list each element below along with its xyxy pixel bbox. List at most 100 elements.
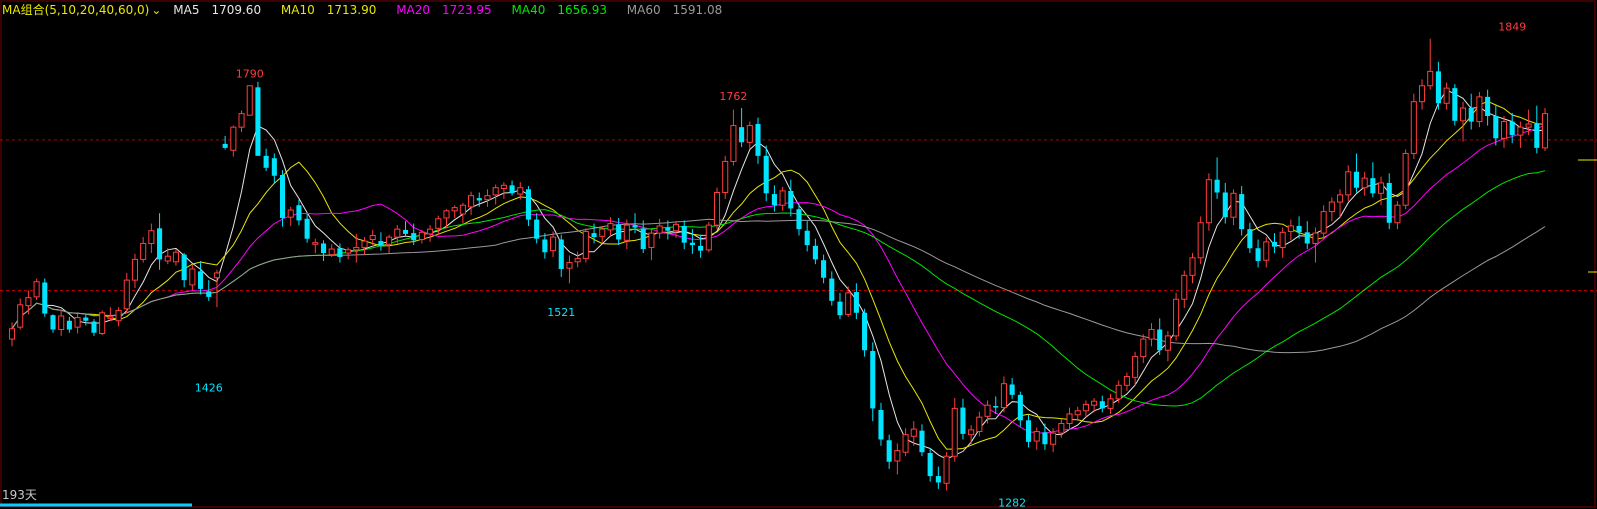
candle <box>1099 395 1105 413</box>
candle-body <box>1296 225 1302 233</box>
candle-body <box>542 239 548 253</box>
candle <box>870 342 876 422</box>
candle-body <box>623 224 630 241</box>
ma40-value: 1656.93 <box>557 3 607 17</box>
candle-body <box>910 428 917 437</box>
candle-body <box>131 258 139 281</box>
candle-body <box>1509 121 1515 136</box>
ma10-value: 1713.90 <box>326 3 377 17</box>
candle <box>320 240 327 261</box>
candle <box>17 298 24 330</box>
ma20-legend: MA20 1723.95 <box>396 3 499 17</box>
candle <box>722 155 729 199</box>
candle-body <box>788 190 794 209</box>
candle-body <box>25 297 32 307</box>
candle <box>1418 79 1426 110</box>
candle <box>927 448 933 482</box>
candle-body <box>1189 257 1196 276</box>
candle-body <box>1435 71 1441 104</box>
candle <box>33 278 40 301</box>
candle-body <box>337 248 343 258</box>
extreme-label: 1849 <box>1498 21 1526 34</box>
candle-body <box>993 405 999 408</box>
candle-body <box>779 190 786 206</box>
candle-body <box>1230 192 1237 218</box>
chart-legend: MA组合(5,10,20,40,60,0) ⌄ MA5 1709.60 MA10 17… <box>2 2 738 18</box>
candle <box>1148 323 1155 347</box>
candle-body <box>525 189 532 220</box>
candle <box>1164 331 1171 362</box>
candle-body <box>140 242 147 260</box>
candle <box>1033 427 1040 450</box>
candle <box>1443 82 1450 110</box>
candle <box>582 228 589 263</box>
candle <box>1263 237 1270 268</box>
candle <box>566 255 573 284</box>
candle <box>131 253 139 289</box>
candle-body <box>796 209 802 230</box>
candle-body <box>1164 335 1171 351</box>
candle-body <box>287 209 294 218</box>
candle <box>1132 351 1139 386</box>
candle <box>1410 93 1417 160</box>
candlestick-chart[interactable]: MA组合(5,10,20,40,60,0) ⌄ MA5 1709.60 MA10 17… <box>0 0 1597 509</box>
candle-body <box>33 281 40 298</box>
candle <box>1304 221 1310 250</box>
candle <box>1271 233 1278 254</box>
candle-body <box>427 228 434 235</box>
candle <box>1115 380 1122 403</box>
candle <box>500 182 507 199</box>
candle <box>771 185 777 212</box>
candle-body <box>1222 192 1228 218</box>
candle <box>1000 376 1007 413</box>
candle <box>58 309 65 336</box>
candle-body <box>312 242 319 245</box>
candle-body <box>123 279 130 310</box>
candle <box>525 186 532 226</box>
candle <box>74 313 81 334</box>
candle-body <box>1500 121 1508 139</box>
candle-body <box>1009 384 1015 395</box>
candle-body <box>886 440 892 462</box>
candle-body <box>1353 171 1359 188</box>
candle <box>402 221 409 238</box>
chart-canvas[interactable]: 1790 1426 1762 1521 1282 1849 <box>0 0 1597 509</box>
candle-body <box>829 278 835 301</box>
candle <box>140 237 147 263</box>
candle-body <box>689 242 695 246</box>
candle <box>853 283 859 320</box>
candle-body <box>418 231 425 240</box>
candle-body <box>713 191 721 226</box>
candle-body <box>607 223 614 231</box>
candle <box>198 261 204 295</box>
candle <box>739 108 745 148</box>
candle <box>829 271 835 306</box>
extreme-label: 1426 <box>195 382 223 395</box>
ma-group-label[interactable]: MA组合(5,10,20,40,60,0) <box>2 3 149 17</box>
candle-body <box>755 123 761 156</box>
candle-body <box>1205 179 1212 224</box>
candle-body <box>656 225 663 234</box>
candle <box>1157 318 1163 356</box>
candle <box>468 191 475 215</box>
candle-body <box>222 143 228 148</box>
candle <box>1107 394 1114 414</box>
candle <box>451 205 458 218</box>
candle-body <box>1541 113 1549 149</box>
candle <box>1181 270 1188 309</box>
candle <box>935 466 941 489</box>
candle-body <box>1328 201 1335 213</box>
candle <box>968 425 975 445</box>
ma5-legend: MA5 1709.60 <box>173 3 269 17</box>
candle <box>681 220 687 250</box>
candle-body <box>853 292 859 313</box>
candle-body <box>1017 394 1023 421</box>
candle-body <box>411 233 417 241</box>
candle-body <box>1066 413 1073 425</box>
ma5-value: 1709.60 <box>211 3 262 17</box>
candle <box>492 184 499 205</box>
legend-dropdown-icon[interactable]: ⌄ <box>151 3 161 17</box>
candle-body <box>812 245 818 260</box>
candle-body <box>1173 298 1180 337</box>
candle-body <box>1123 376 1130 386</box>
